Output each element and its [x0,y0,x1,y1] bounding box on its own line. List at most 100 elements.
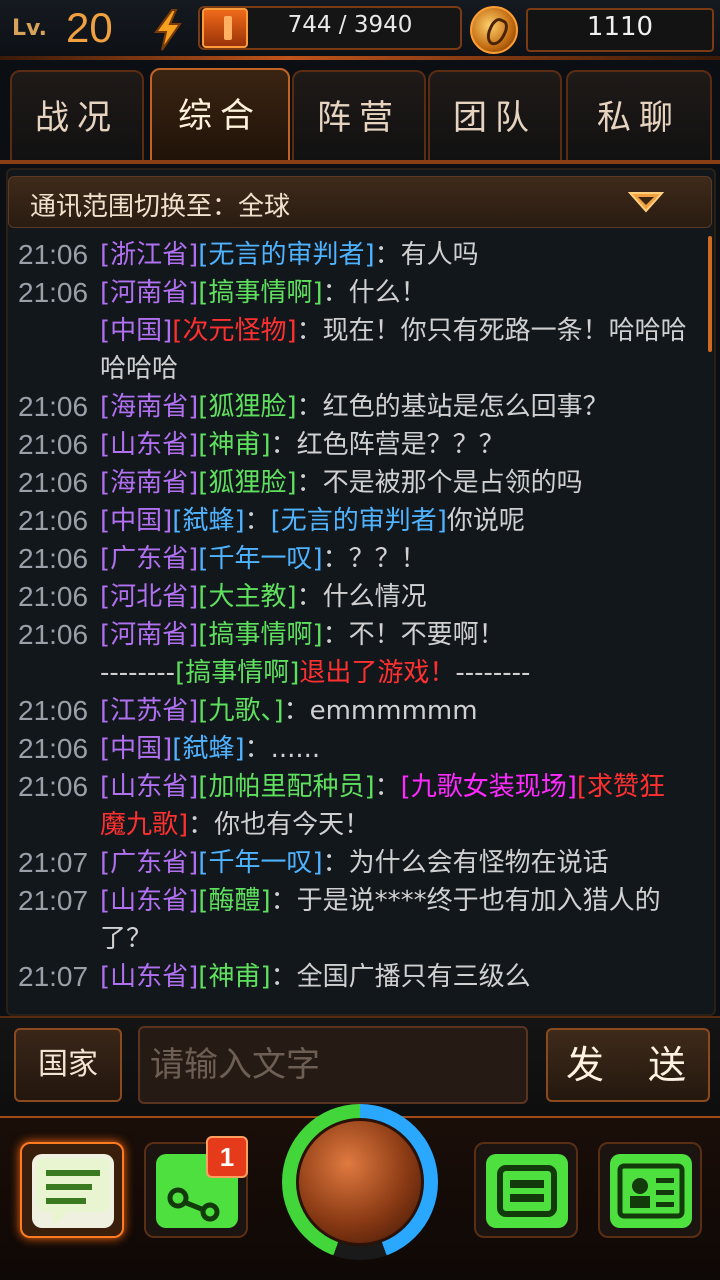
message-text: ： [374,772,401,802]
player-name[interactable]: [神甫] [198,962,270,992]
message-text: ：不是被那个是占领的吗 [296,468,583,498]
chat-message: 21:06 [山东省][加帕里配种员]：[九歌女装现场][求赞狂魔九歌]：你也有今… [18,768,698,844]
chat-message: 21:06 [中国][弑蜂]：[无言的审判者]你说呢 [18,502,698,540]
message-text: ：什么！ [322,278,427,308]
message-time: 21:06 [18,429,89,460]
message-region: [中国] [100,734,173,764]
message-body: [海南省][狐狸脸]：不是被那个是占领的吗 [100,464,690,502]
message-region: [浙江省] [100,240,199,270]
message-text: ：？？！ [322,544,427,574]
message-body: [山东省][神甫]：红色阵营是？？？ [100,426,690,464]
chat-message: [中国][次元怪物]：现在！你只有死路一条！哈哈哈哈哈哈 [18,312,698,388]
chat-message: 21:06 [山东省][神甫]：红色阵营是？？？ [18,426,698,464]
range-label: 通讯范围切换至：全球 [30,192,291,222]
chat-message: 21:06 [河北省][大主教]：什么情况 [18,578,698,616]
player-name[interactable]: [弑蜂] [172,734,244,764]
energy-value: 744 / 3940 [287,12,413,38]
player-name[interactable]: [搞事情啊] [198,278,322,308]
team-icon [486,1154,568,1228]
divider [0,160,720,164]
player-name[interactable]: [加帕里配种员] [198,772,374,802]
tab-general[interactable]: 综合 [150,68,290,164]
message-body: [中国][次元怪物]：现在！你只有死路一条！哈哈哈哈哈哈 [100,312,690,388]
player-name[interactable]: [酶醴] [198,886,270,916]
chat-message: 21:06 [海南省][狐狸脸]：不是被那个是占领的吗 [18,464,698,502]
player-name[interactable]: [弑蜂] [172,506,244,536]
channel-country-button[interactable]: 国家 [14,1028,122,1102]
level-value: 20 [66,4,113,51]
player-name[interactable]: [无言的审判者] [271,506,447,536]
message-body: [河南省][搞事情啊]：不！不要啊！ [100,616,690,654]
chat-message: 21:06 [海南省][狐狸脸]：红色的基站是怎么回事？ [18,388,698,426]
message-region: [河南省] [100,620,199,650]
system-message: --------[搞事情啊]退出了游戏！-------- [100,654,700,692]
message-text: ：有人吗 [374,240,479,270]
message-region: [海南省] [100,468,199,498]
player-name[interactable]: [搞事情啊] [175,658,299,688]
player-name[interactable]: [神甫] [198,430,270,460]
player-name[interactable]: [九歌女装现场] [401,772,577,802]
message-region: [河南省] [100,278,199,308]
message-time: 21:07 [18,961,89,992]
message-body: [河北省][大主教]：什么情况 [100,578,690,616]
message-time: 21:06 [18,581,89,612]
player-name[interactable]: 退出了游戏！ [299,658,455,688]
notification-badge: 1 [206,1136,248,1178]
message-region: [山东省] [100,886,199,916]
player-name[interactable]: [搞事情啊] [198,620,322,650]
message-body: --------[搞事情啊]退出了游戏！-------- [100,654,700,692]
message-body: [浙江省][无言的审判者]：有人吗 [100,236,690,274]
message-text: ：...... [244,734,321,764]
message-time: 21:06 [18,239,89,270]
chat-scrollbar[interactable] [708,236,712,352]
globe-icon[interactable] [296,1118,424,1246]
message-time: 21:06 [18,277,89,308]
player-name[interactable]: [狐狸脸] [198,392,296,422]
chat-message: 21:06 [广东省][千年一叹]：？？！ [18,540,698,578]
gold-coin-icon [470,6,518,54]
player-name[interactable]: [九歌、] [198,696,283,726]
chat-input[interactable] [138,1026,528,1104]
message-region: [河北省] [100,582,199,612]
message-time: 21:06 [18,619,89,650]
message-time: 21:06 [18,505,89,536]
player-name[interactable]: [千年一叹] [198,544,322,574]
chat-icon [32,1154,114,1228]
profile-card-icon [610,1154,692,1228]
chat-message: 21:07 [山东省][酶醴]：于是说****终于也有加入猎人的了？ [18,882,698,958]
message-text: -------- [455,658,531,688]
message-body: [山东省][神甫]：全国广播只有三级么 [100,958,690,996]
message-time: 21:06 [18,391,89,422]
divider [0,56,720,60]
player-name[interactable]: [千年一叹] [198,848,322,878]
message-text: ：你也有今天！ [188,810,371,840]
message-text: ：什么情况 [296,582,427,612]
message-region: [广东省] [100,848,199,878]
chevron-down-icon[interactable] [628,190,664,214]
nav-team-button[interactable] [474,1142,578,1238]
message-body: [山东省][酶醴]：于是说****终于也有加入猎人的了？ [100,882,690,958]
chat-message: 21:06 [中国][弑蜂]：...... [18,730,698,768]
player-name[interactable]: [狐狸脸] [198,468,296,498]
battery-icon [202,8,248,48]
tab-team[interactable]: 团队 [428,70,562,162]
message-text: ：不！不要啊！ [322,620,505,650]
chat-message: 21:06 [浙江省][无言的审判者]：有人吗 [18,236,698,274]
tab-camp[interactable]: 阵营 [292,70,426,162]
chat-message: 21:06 [江苏省][九歌、]：emmmmmm [18,692,698,730]
player-name[interactable]: [次元怪物] [172,316,296,346]
nav-profile-button[interactable] [598,1142,702,1238]
tab-battle[interactable]: 战况 [10,70,144,162]
tab-private[interactable]: 私聊 [566,70,712,162]
player-name[interactable]: [无言的审判者] [198,240,374,270]
send-button[interactable]: 发 送 [546,1028,710,1102]
message-body: [河南省][搞事情啊]：什么！ [100,274,690,312]
message-body: [海南省][狐狸脸]：红色的基站是怎么回事？ [100,388,690,426]
message-text: ：全国广播只有三级么 [270,962,531,992]
nav-chat-button[interactable] [20,1142,124,1238]
player-name[interactable]: [大主教] [198,582,296,612]
message-body: [山东省][加帕里配种员]：[九歌女装现场][求赞狂魔九歌]：你也有今天！ [100,768,690,844]
level-label: Lv. [12,16,47,41]
message-text: ： [244,506,271,536]
message-region: [山东省] [100,772,199,802]
